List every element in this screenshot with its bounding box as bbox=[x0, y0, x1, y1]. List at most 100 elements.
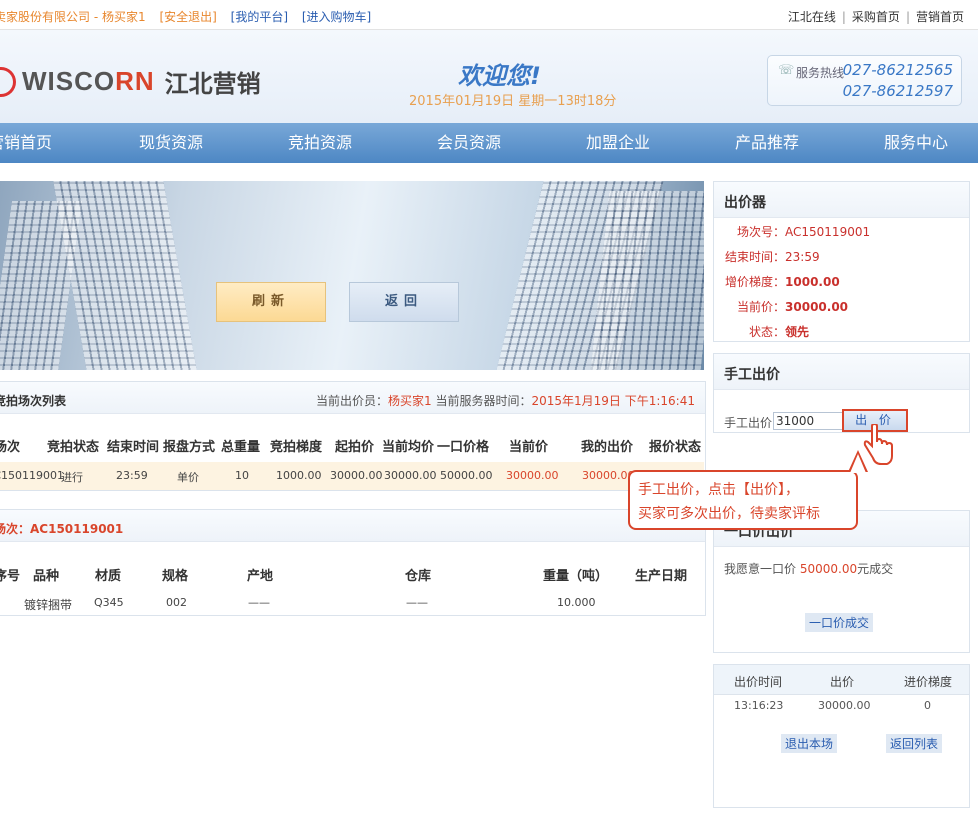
cell-spec: 002 bbox=[166, 596, 187, 609]
bidder-panel: 出价器 场次号：AC150119001 结束时间：23:59 增价梯度：1000… bbox=[713, 181, 970, 342]
cell-my-bid: 30000.00 bbox=[582, 469, 635, 482]
col-once-price: 一口价格 bbox=[437, 440, 490, 455]
session-number: 场次号：AC150119001 bbox=[737, 223, 870, 240]
end-time: 结束时间：23:59 bbox=[725, 248, 820, 265]
col-total-weight: 总重量 bbox=[221, 440, 261, 455]
cell-material: Q345 bbox=[94, 596, 124, 609]
nav-service-center[interactable]: 服务中心 bbox=[884, 123, 948, 163]
cell-origin: —— bbox=[248, 596, 270, 609]
server-time-label: 当前服务器时间： bbox=[431, 394, 532, 408]
session-detail-label: 场次： bbox=[0, 522, 31, 536]
logout-link[interactable]: [安全退出] bbox=[159, 10, 216, 24]
session-detail-title: 场次：AC150119001 bbox=[0, 520, 123, 537]
exit-session-button[interactable]: 退出本场 bbox=[781, 734, 838, 753]
session-info: 当前出价员：杨买家1 当前服务器时间：2015年1月19日 下午1:16:41 bbox=[316, 392, 695, 409]
col-bid: 出价 bbox=[830, 675, 855, 689]
col-material: 材质 bbox=[95, 569, 122, 584]
cell-end-time: 23:59 bbox=[116, 469, 148, 482]
server-time: 2015年1月19日 下午1:16:41 bbox=[531, 394, 695, 408]
cell-once-price: 50000.00 bbox=[440, 469, 493, 482]
nav-partner-companies[interactable]: 加盟企业 bbox=[586, 123, 650, 163]
price-step: 增价梯度：1000.00 bbox=[725, 273, 840, 290]
back-button[interactable]: 返回 bbox=[349, 282, 459, 322]
bidder-panel-header: 出价器 bbox=[714, 182, 969, 218]
building-graphic bbox=[590, 191, 704, 370]
marketing-home-link[interactable]: 营销首页 bbox=[916, 10, 964, 24]
col-warehouse: 仓库 bbox=[405, 569, 432, 584]
company-user-text: 卖家股份有限公司 - 杨买家1 bbox=[0, 10, 146, 24]
nav-auction-resources[interactable]: 竞拍资源 bbox=[288, 123, 352, 163]
cell-bid-step: 0 bbox=[924, 699, 931, 712]
callout-line-1: 手工出价，点击【出价】， bbox=[638, 482, 799, 498]
hotline-label: 服务热线 bbox=[796, 66, 845, 80]
table-row[interactable]: AC150119001 进行 23:59 单价 10 1000.00 30000… bbox=[0, 462, 704, 490]
bid-status: 状态：领先 bbox=[749, 323, 809, 340]
once-price-text-b: 元成交 bbox=[857, 562, 894, 576]
banner-image bbox=[0, 181, 704, 370]
manual-bid-label: 手工出价 bbox=[724, 416, 773, 430]
hotline-box: ☏ 服务热线 027-86212565 027-86212597 bbox=[767, 55, 962, 106]
cell-step: 1000.00 bbox=[276, 469, 322, 482]
cell-status: 进行 bbox=[61, 471, 83, 484]
session-list-title: 竞拍场次列表 bbox=[0, 394, 67, 408]
top-bar: 卖家股份有限公司 - 杨买家1 [安全退出] [我的平台] [进入购物车] 江北… bbox=[0, 0, 978, 30]
col-prod-date: 生产日期 bbox=[635, 569, 688, 584]
cell-warehouse: —— bbox=[406, 596, 428, 609]
cart-link[interactable]: [进入购物车] bbox=[302, 10, 371, 24]
my-platform-link[interactable]: [我的平台] bbox=[231, 10, 288, 24]
purchase-home-link[interactable]: 采购首页 bbox=[852, 10, 900, 24]
session-detail-value: AC150119001 bbox=[30, 522, 124, 536]
manual-bid-title: 手工出价 bbox=[724, 367, 780, 383]
hotline-number-1: 027-86212565 bbox=[842, 61, 953, 79]
col-status: 竞拍状态 bbox=[47, 440, 100, 455]
once-price-button[interactable]: 一口价成交 bbox=[805, 613, 874, 632]
end-time-label: 结束时间： bbox=[725, 250, 786, 264]
jiangbei-online-link[interactable]: 江北在线 bbox=[788, 10, 836, 24]
cell-bid: 30000.00 bbox=[818, 699, 871, 712]
bidder-label: 当前出价员： bbox=[315, 394, 388, 408]
cell-variety: 镀锌捆带 bbox=[24, 598, 73, 612]
session-list-panel: 竞拍场次列表 当前出价员：杨买家1 当前服务器时间：2015年1月19日 下午1… bbox=[0, 381, 706, 491]
manual-bid-header: 手工出价 bbox=[714, 354, 969, 390]
bidder-name: 杨买家1 bbox=[388, 394, 432, 408]
current-price-value: 30000.00 bbox=[785, 300, 849, 314]
once-price-amount: 50000.00 bbox=[799, 562, 858, 576]
col-end-time: 结束时间 bbox=[107, 440, 160, 455]
separator: | bbox=[841, 10, 846, 24]
session-detail-header: 场次：AC150119001 bbox=[0, 510, 705, 542]
end-time-value: 23:59 bbox=[785, 250, 820, 264]
col-variety: 品种 bbox=[33, 569, 60, 584]
col-avg-price: 当前均价 bbox=[382, 440, 435, 455]
col-weight: 重量（吨） bbox=[543, 569, 609, 584]
col-spec: 规格 bbox=[162, 569, 189, 584]
manual-bid-input[interactable] bbox=[773, 412, 843, 430]
table-row[interactable]: 1 镀锌捆带 Q345 002 —— —— 10.000 bbox=[0, 593, 704, 621]
back-to-list-button[interactable]: 返回列表 bbox=[886, 734, 943, 753]
building-graphic bbox=[53, 181, 197, 370]
nav-member-resources[interactable]: 会员资源 bbox=[437, 123, 501, 163]
callout-line-2: 买家可多次出价，待卖家评标 bbox=[638, 506, 820, 522]
welcome-text: 欢迎您! bbox=[458, 62, 541, 90]
cell-bid-time: 13:16:23 bbox=[734, 699, 784, 712]
nav-marketing-home[interactable]: 营销首页 bbox=[0, 123, 52, 163]
cell-avg-price: 30000.00 bbox=[384, 469, 437, 482]
hand-pointer-icon bbox=[863, 424, 893, 465]
cell-weight: 10.000 bbox=[557, 596, 596, 609]
col-session: 场次 bbox=[0, 440, 21, 455]
date-text: 2015年01月19日 星期一13时18分 bbox=[409, 94, 617, 109]
logo[interactable]: WISCORN 江北营销 bbox=[0, 64, 261, 99]
once-price-text: 我愿意一口价 50000.00元成交 bbox=[724, 560, 893, 577]
cell-total-weight: 10 bbox=[235, 469, 249, 482]
logo-text-en: WISCORN bbox=[22, 66, 155, 97]
current-price: 当前价：30000.00 bbox=[737, 298, 848, 315]
bid-history-header: 出价时间 出价 进价梯度 bbox=[714, 665, 969, 695]
nav-product-recommend[interactable]: 产品推荐 bbox=[735, 123, 799, 163]
bid-status-label: 状态： bbox=[749, 325, 786, 339]
nav-spot-resources[interactable]: 现货资源 bbox=[139, 123, 203, 163]
bid-history-panel: 出价时间 出价 进价梯度 13:16:23 30000.00 0 退出本场 返回… bbox=[713, 664, 970, 808]
session-detail-panel: 场次：AC150119001 序号 品种 材质 规格 产地 仓库 重量（吨） 生… bbox=[0, 509, 706, 616]
refresh-button[interactable]: 刷新 bbox=[216, 282, 326, 322]
bid-status-value: 领先 bbox=[785, 325, 810, 339]
col-bid-time: 出价时间 bbox=[734, 675, 783, 689]
header: WISCORN 江北营销 欢迎您! 2015年01月19日 星期一13时18分 … bbox=[0, 30, 978, 123]
